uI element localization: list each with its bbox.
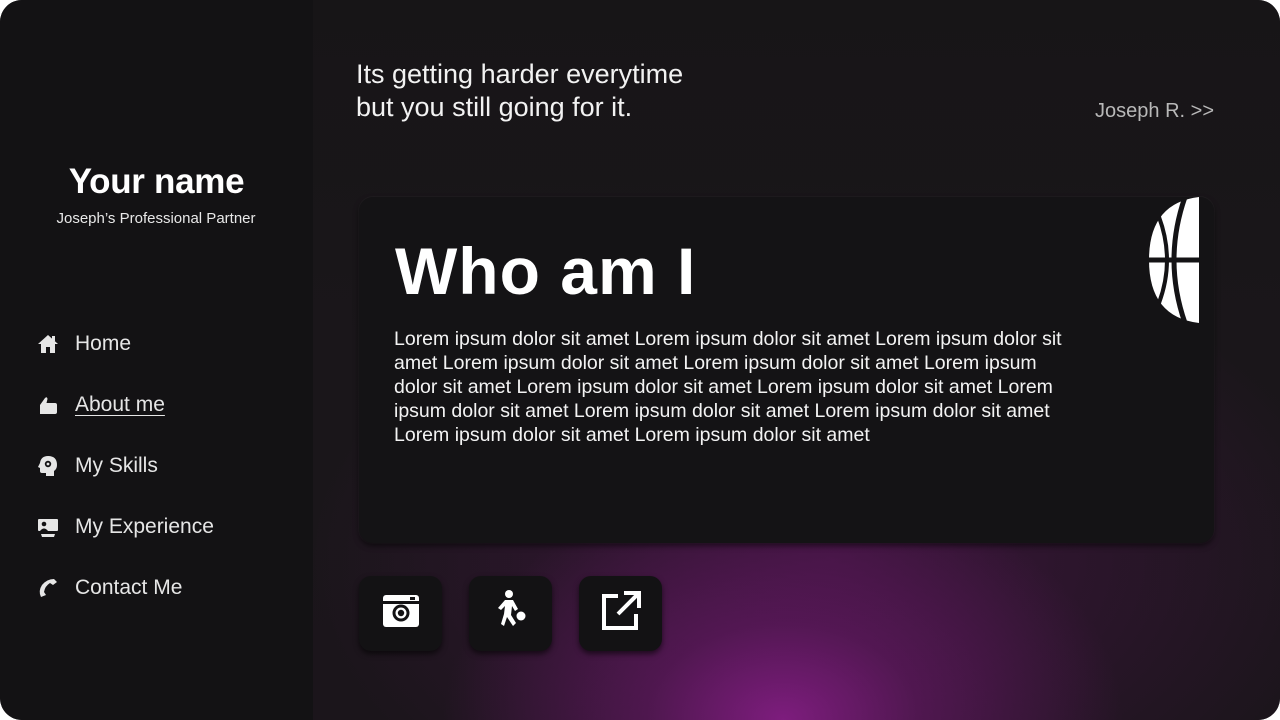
external-link-icon	[600, 590, 642, 637]
sidebar-item-label: Home	[75, 332, 132, 355]
quote-line: Its getting harder everytime	[356, 59, 684, 89]
brain-gear-icon	[36, 454, 60, 478]
sidebar-item-label: My Experience	[75, 515, 214, 538]
sidebar-item-my-skills[interactable]: My Skills	[36, 448, 276, 484]
brand-name: Your name	[68, 162, 245, 201]
sidebar-item-about-me[interactable]: About me	[36, 387, 276, 423]
sidebar: Your name Joseph’s Professional Partner …	[0, 0, 313, 720]
sidebar-item-label: Contact Me	[75, 576, 183, 599]
brand-subtitle: Joseph’s Professional Partner	[56, 210, 256, 227]
sidebar-item-my-experience[interactable]: My Experience	[36, 509, 276, 545]
sidebar-item-home[interactable]: Home	[36, 326, 276, 362]
phone-icon	[36, 576, 60, 600]
basketball-player-icon	[491, 589, 531, 638]
card-title: Who am I	[395, 234, 697, 308]
external-link-button[interactable]	[579, 576, 662, 651]
quote-author-link[interactable]: Joseph R. >>	[1040, 100, 1214, 123]
instagram-button[interactable]	[359, 576, 442, 651]
app-window: Your name Joseph’s Professional Partner …	[0, 0, 1280, 720]
instagram-icon	[381, 591, 421, 636]
presenter-icon	[36, 515, 60, 539]
header-quote: Its getting harder everytime but you sti…	[356, 58, 816, 124]
sidebar-item-label: My Skills	[75, 454, 158, 477]
sidebar-item-contact-me[interactable]: Contact Me	[36, 570, 276, 606]
card-body: Lorem ipsum dolor sit amet Lorem ipsum d…	[394, 328, 1062, 446]
basketball-icon	[1149, 196, 1201, 324]
quote-line: but you still going for it.	[356, 92, 633, 122]
about-card: Who am I Lorem ipsum dolor sit amet Lore…	[359, 196, 1214, 543]
sidebar-item-label: About me	[75, 393, 165, 416]
basketball-player-button[interactable]	[469, 576, 552, 651]
home-icon	[36, 332, 60, 356]
hand-icon	[36, 393, 60, 417]
